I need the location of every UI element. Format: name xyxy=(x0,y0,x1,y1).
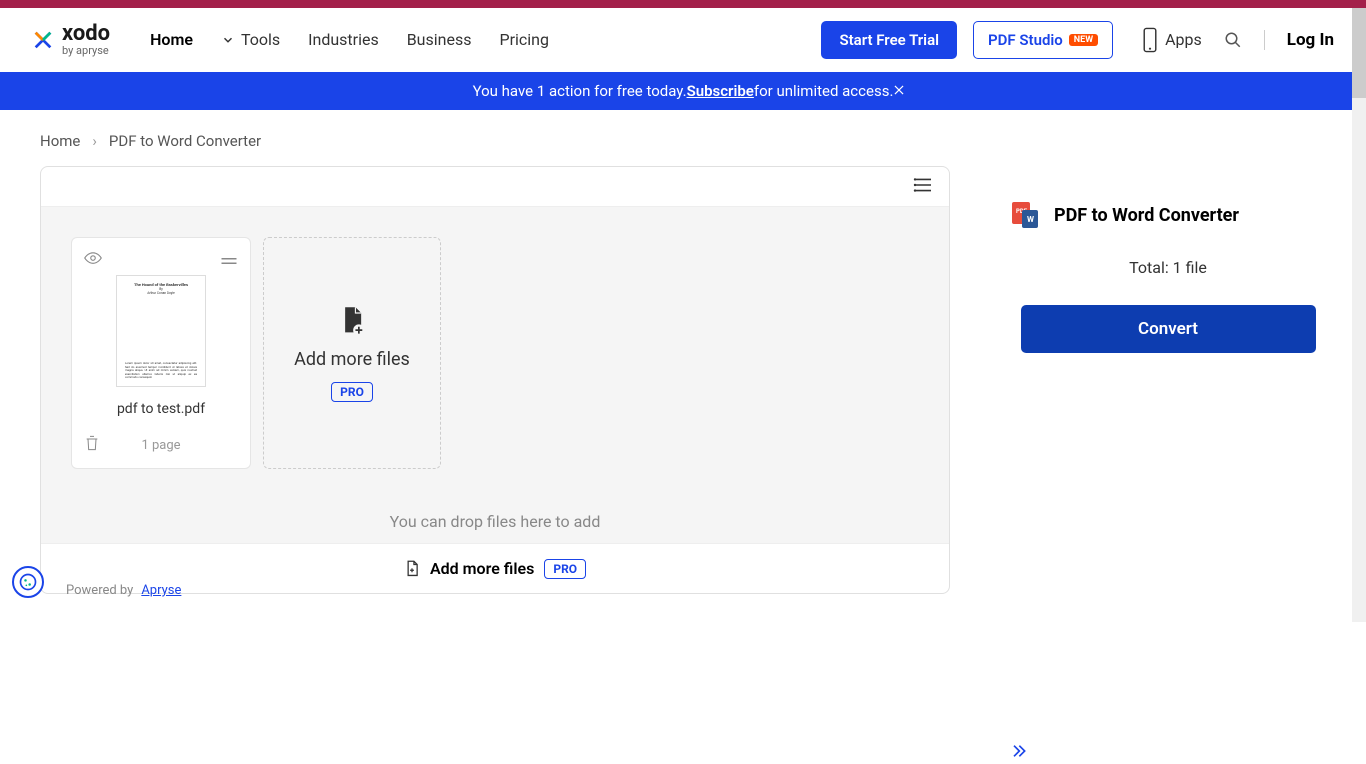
pdf-studio-button[interactable]: PDF Studio NEW xyxy=(973,21,1113,59)
login-link[interactable]: Log In xyxy=(1287,30,1334,50)
side-panel: PDFW PDF to Word Converter Total: 1 file… xyxy=(950,166,1326,594)
banner-close-button[interactable] xyxy=(892,82,906,101)
convert-button[interactable]: Convert xyxy=(1021,305,1316,353)
breadcrumb: Home › PDF to Word Converter xyxy=(0,110,1366,166)
subscribe-link[interactable]: Subscribe xyxy=(687,82,754,100)
pdf-to-word-icon: PDFW xyxy=(1010,200,1040,230)
delete-file-button[interactable] xyxy=(84,434,100,456)
logo[interactable]: xodo by apryse xyxy=(32,23,110,56)
bottom-add-label: Add more files xyxy=(430,559,534,578)
new-badge: NEW xyxy=(1069,34,1098,46)
logo-name: xodo xyxy=(62,23,110,45)
banner-prefix: You have 1 action for free today. xyxy=(473,82,687,100)
nav-tools-label: Tools xyxy=(241,30,280,49)
nav-home[interactable]: Home xyxy=(150,30,193,49)
pro-badge: PRO xyxy=(544,559,586,579)
breadcrumb-current[interactable]: PDF to Word Converter xyxy=(109,132,261,150)
promo-banner: You have 1 action for free today. Subscr… xyxy=(0,72,1366,110)
preview-button[interactable] xyxy=(84,250,102,269)
main-nav: Home Tools Industries Business Pricing xyxy=(150,30,549,49)
preview-body: Lorem ipsum dolor sit amet, consectetur … xyxy=(125,362,197,380)
apps-link[interactable]: Apps xyxy=(1141,27,1202,53)
nav-pricing[interactable]: Pricing xyxy=(499,30,549,49)
list-icon xyxy=(913,177,933,193)
grip-icon xyxy=(220,257,238,265)
file-name: pdf to test.pdf xyxy=(117,401,205,417)
mobile-icon xyxy=(1141,27,1159,53)
chevron-right-icon: › xyxy=(92,132,97,150)
add-more-files-card[interactable]: Add more files PRO xyxy=(263,237,441,469)
panel-header xyxy=(41,167,949,207)
file-thumbnail: The Hound of the Baskervilles By Arthur … xyxy=(116,275,206,387)
powered-by-label: Powered by xyxy=(66,583,133,598)
nav-tools[interactable]: Tools xyxy=(221,30,280,49)
list-view-button[interactable] xyxy=(913,177,933,197)
expand-button[interactable] xyxy=(1010,743,1026,764)
main-panel: The Hound of the Baskervilles By Arthur … xyxy=(40,166,950,594)
divider xyxy=(1264,30,1265,50)
page-count: 1 page xyxy=(141,438,180,453)
chevron-down-icon xyxy=(221,33,235,47)
file-drop-area[interactable]: The Hound of the Baskervilles By Arthur … xyxy=(41,207,949,512)
chevron-double-right-icon xyxy=(1010,743,1026,759)
footer: Powered by Apryse xyxy=(38,583,181,598)
total-files: Total: 1 file xyxy=(1010,258,1326,277)
add-more-label: Add more files xyxy=(294,349,410,370)
file-card[interactable]: The Hound of the Baskervilles By Arthur … xyxy=(71,237,251,469)
logo-subtitle: by apryse xyxy=(62,45,110,56)
file-add-icon xyxy=(338,305,366,337)
top-accent-bar xyxy=(0,0,1366,8)
drag-handle[interactable] xyxy=(220,250,238,269)
search-icon xyxy=(1224,31,1242,49)
close-icon xyxy=(892,83,906,97)
preview-author: Arthur Conan Doyle xyxy=(125,291,197,295)
cookie-settings-button[interactable] xyxy=(12,566,44,598)
drop-hint: You can drop files here to add xyxy=(41,512,949,543)
svg-text:W: W xyxy=(1027,215,1034,224)
cookie-icon xyxy=(18,572,38,592)
xodo-logo-icon xyxy=(32,29,54,51)
search-button[interactable] xyxy=(1224,31,1242,49)
banner-suffix: for unlimited access. xyxy=(754,82,894,100)
breadcrumb-home[interactable]: Home xyxy=(40,132,80,150)
trash-icon xyxy=(84,434,100,452)
header: xodo by apryse Home Tools Industries Bus… xyxy=(0,8,1366,72)
apps-label: Apps xyxy=(1165,30,1202,49)
file-add-icon xyxy=(404,560,420,578)
eye-icon xyxy=(84,251,102,265)
pro-badge: PRO xyxy=(331,382,373,402)
side-title: PDF to Word Converter xyxy=(1054,205,1239,226)
nav-industries[interactable]: Industries xyxy=(308,30,379,49)
start-free-trial-button[interactable]: Start Free Trial xyxy=(821,21,957,59)
page-scrollbar[interactable] xyxy=(1352,8,1366,622)
apryse-link[interactable]: Apryse xyxy=(141,583,181,598)
pdf-studio-label: PDF Studio xyxy=(988,31,1063,49)
nav-business[interactable]: Business xyxy=(407,30,472,49)
scrollbar-thumb[interactable] xyxy=(1352,8,1366,98)
